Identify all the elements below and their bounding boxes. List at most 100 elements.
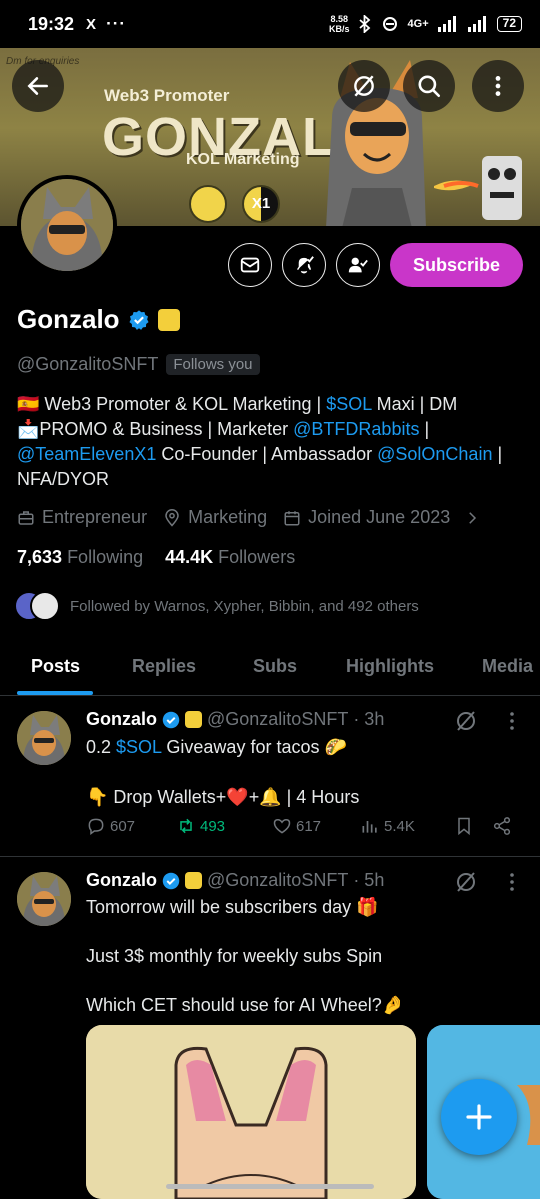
joined-label: Joined June 2023 xyxy=(308,507,451,527)
follows-you-badge: Follows you xyxy=(166,354,260,375)
mail-icon xyxy=(240,257,260,273)
hotspot-icon xyxy=(382,17,397,31)
sol-coin-icon xyxy=(189,185,227,223)
more-vertical-icon xyxy=(495,76,501,96)
briefcase-icon xyxy=(18,510,34,525)
bio-text: Maxi | DM xyxy=(371,394,458,414)
followers-count: 44.4K xyxy=(165,547,214,567)
category-item: Entrepreneur xyxy=(17,507,147,528)
follower-avatar xyxy=(30,591,60,621)
bookmark-button[interactable] xyxy=(454,816,474,836)
notifications-button[interactable] xyxy=(282,243,326,287)
reply-button[interactable]: 607 xyxy=(86,816,135,836)
search-icon xyxy=(418,75,441,98)
back-button[interactable] xyxy=(12,60,64,112)
bio-text: 📩PROMO & Business | Marketer xyxy=(17,419,294,439)
followed-by-row[interactable]: Followed by Warnos, Xypher, Bibbin, and … xyxy=(14,591,419,621)
search-button[interactable] xyxy=(403,60,455,112)
grok-button[interactable] xyxy=(338,60,390,112)
followers-link[interactable]: 44.4K Followers xyxy=(165,547,295,568)
post-author-name[interactable]: Gonzalo xyxy=(86,870,157,891)
post-more-icon[interactable] xyxy=(506,870,518,894)
location-label: Marketing xyxy=(188,507,268,527)
post-avatar[interactable] xyxy=(17,711,71,765)
reply-count: 607 xyxy=(110,817,136,835)
tab-replies[interactable]: Replies xyxy=(132,642,196,677)
followed-by-text: Followed by Warnos, Xypher, Bibbin, and … xyxy=(70,597,419,615)
profile-meta: Entrepreneur Marketing Joined June 2023 xyxy=(17,507,489,528)
following-link[interactable]: 7,633 Following xyxy=(17,547,143,568)
post-text-line: 👇 Drop Wallets+❤️+🔔 | 4 Hours xyxy=(86,787,360,807)
bio-link-teamelevenx1[interactable]: @TeamElevenX1 xyxy=(17,444,156,464)
plus-icon xyxy=(466,1104,492,1130)
following-button[interactable] xyxy=(336,243,380,287)
bio-text: 🇪🇸 Web3 Promoter & KOL Marketing | xyxy=(17,394,327,414)
arrow-left-icon xyxy=(27,77,48,95)
x1-coin-icon: X1 xyxy=(242,185,280,223)
grok-icon[interactable] xyxy=(454,870,478,894)
user-check-icon xyxy=(348,257,368,273)
handle-row: @GonzalitoSNFT Follows you xyxy=(17,354,260,375)
like-button[interactable]: 617 xyxy=(272,816,321,836)
x-app-icon: X xyxy=(86,15,97,33)
affiliate-badge-icon xyxy=(185,711,202,728)
repost-button[interactable]: 493 xyxy=(176,816,225,836)
location-item: Marketing xyxy=(163,507,267,528)
share-icon xyxy=(493,817,511,835)
status-bar: 19:32 X ··· 8.58 KB/s 4G+ 72 xyxy=(0,0,540,48)
bio-text: Co-Founder | Ambassador xyxy=(156,444,378,464)
follow-counts: 7,633 Following 44.4K Followers xyxy=(17,547,295,568)
bio-text: | xyxy=(492,444,503,464)
compose-post-button[interactable] xyxy=(441,1079,517,1155)
tab-posts[interactable]: Posts xyxy=(31,642,80,677)
signal-icon xyxy=(437,16,456,32)
tab-media[interactable]: Media xyxy=(482,642,533,677)
bio-link-solonchain[interactable]: @SolOnChain xyxy=(377,444,492,464)
post-link-sol[interactable]: $SOL xyxy=(116,737,161,757)
avatar-artwork xyxy=(17,711,71,765)
post-time: · 5h xyxy=(353,870,385,890)
grok-icon[interactable] xyxy=(454,709,478,733)
post-header: Gonzalo @GonzalitoSNFT · 3h xyxy=(86,709,384,730)
bookmark-icon xyxy=(458,817,470,836)
battery-indicator: 72 xyxy=(496,16,522,32)
post-author-name[interactable]: Gonzalo xyxy=(86,709,157,730)
more-options-button[interactable] xyxy=(472,60,524,112)
share-button[interactable] xyxy=(492,816,512,836)
repost-icon xyxy=(180,818,192,834)
grok-icon xyxy=(354,75,374,97)
active-tab-indicator xyxy=(17,691,93,695)
gesture-home-bar[interactable] xyxy=(166,1184,374,1189)
post-avatar[interactable] xyxy=(17,872,71,926)
subscribe-button[interactable]: Subscribe xyxy=(390,243,523,287)
post-media-image[interactable] xyxy=(86,1025,416,1199)
signal-2-icon xyxy=(467,16,486,32)
location-pin-icon xyxy=(165,508,179,527)
following-label: Following xyxy=(67,547,144,567)
views-button[interactable]: 5.4K xyxy=(360,816,415,836)
tab-subs[interactable]: Subs xyxy=(253,642,297,677)
verified-badge-icon xyxy=(162,711,180,728)
profile-handle: @GonzalitoSNFT xyxy=(17,354,159,374)
post-more-icon[interactable] xyxy=(506,709,518,733)
tab-highlights[interactable]: Highlights xyxy=(346,642,434,677)
joined-item[interactable]: Joined June 2023 xyxy=(283,507,481,528)
views-count: 5.4K xyxy=(384,817,415,835)
views-icon xyxy=(362,821,377,833)
bio-link-btfdrabbits[interactable]: @BTFDRabbits xyxy=(293,419,419,439)
post-text: Tomorrow will be subscribers day 🎁 Just … xyxy=(86,895,516,1018)
bell-check-icon xyxy=(297,256,314,274)
banner-line3: KOL Marketing xyxy=(186,151,300,168)
avatar-artwork xyxy=(17,872,71,926)
bio-link-sol[interactable]: $SOL xyxy=(326,394,371,414)
affiliate-badge-icon xyxy=(185,872,202,889)
following-count: 7,633 xyxy=(17,547,63,567)
bluetooth-icon xyxy=(358,15,370,33)
bio-text: | xyxy=(419,419,430,439)
profile-avatar[interactable] xyxy=(17,175,117,275)
post-item[interactable]: Gonzalo @GonzalitoSNFT · 3h 0.2 $SOL Giv… xyxy=(0,697,540,857)
verified-badge-icon xyxy=(162,872,180,889)
post-time: · 3h xyxy=(353,709,385,729)
banner-skull-artwork xyxy=(434,156,522,220)
message-button[interactable] xyxy=(228,243,272,287)
